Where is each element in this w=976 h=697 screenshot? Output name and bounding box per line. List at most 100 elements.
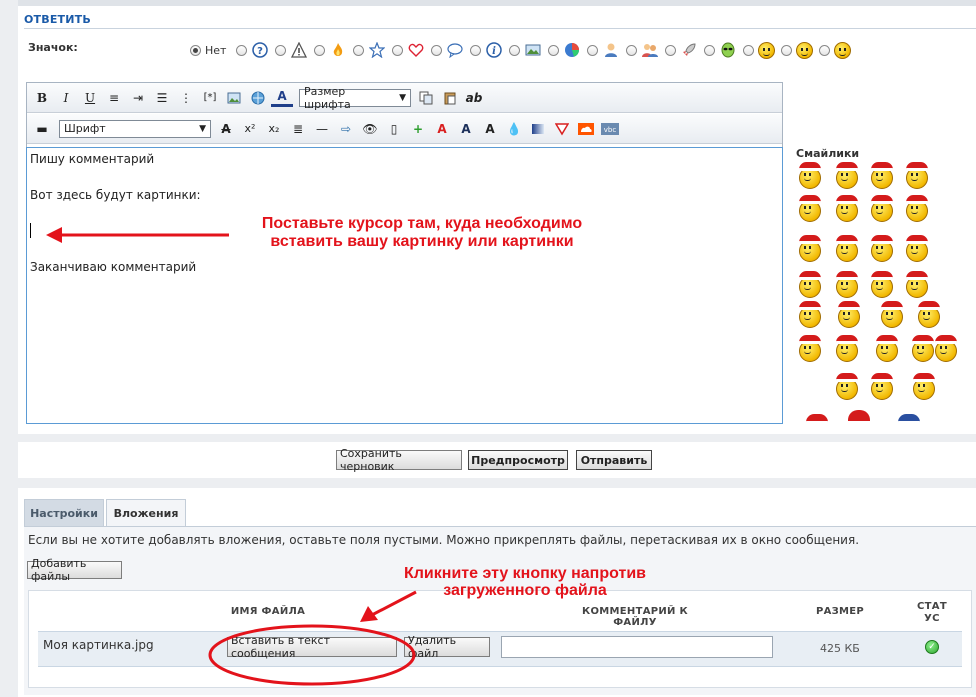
santa-hat-icon [799,235,821,244]
icon-option-alien[interactable] [704,41,737,59]
icon-option-picture[interactable] [509,41,542,59]
add-files-button[interactable]: Добавить файлы [27,557,122,583]
preview-button[interactable]: Предпросмотр [468,450,568,470]
reply-title: ОТВЕТИТЬ [24,13,91,26]
smilies-title: Смайлики [796,147,860,160]
radio[interactable] [431,44,443,56]
icon-option-rocket[interactable] [665,41,698,59]
icon-option-chart[interactable] [548,41,581,59]
santa-hat-icon [806,414,828,424]
tab-attachments[interactable]: Вложения [106,499,186,526]
shadow-a-icon[interactable]: A [455,118,477,140]
star-icon [368,41,386,59]
radio[interactable] [626,44,638,56]
santa-hat-icon [906,162,928,171]
code-icon[interactable]: [*] [199,87,221,109]
spellcheck-icon[interactable]: ab [463,87,485,109]
icon-option-user[interactable] [587,41,620,59]
santa-hat-icon [935,335,957,344]
santa-hat-icon [799,162,821,171]
drop-icon[interactable]: 💧 [503,118,525,140]
radio[interactable] [781,44,793,56]
radio[interactable] [704,44,716,56]
soundcloud-icon[interactable] [575,118,597,140]
text-cursor [30,223,31,238]
bold-button[interactable]: B [31,87,53,109]
bullet-list-icon[interactable]: ☰ [151,87,173,109]
radio[interactable] [314,44,326,56]
col-header-status-2: УС [924,613,940,624]
radio[interactable] [470,44,482,56]
subscript-icon[interactable]: x₂ [263,118,285,140]
gradient-icon[interactable] [527,118,549,140]
send-button[interactable]: Отправить [576,450,652,470]
link-icon[interactable] [247,87,269,109]
icon-option-users[interactable] [626,41,659,59]
align-left-icon[interactable]: ≡ [103,87,125,109]
font-select[interactable]: Шрифт ▼ [59,119,211,138]
icon-option-warning[interactable] [275,41,308,59]
glow-a-icon[interactable]: A [479,118,501,140]
note-icon[interactable]: ▯ [383,118,405,140]
santa-hat-icon [799,335,821,344]
radio[interactable] [392,44,404,56]
strikethrough-icon[interactable]: A [215,118,237,140]
tab-settings[interactable]: Настройки [24,499,104,526]
insert-icon[interactable]: ⇨ [335,118,357,140]
radio[interactable] [275,44,287,56]
icon-label: Значок: [28,41,78,54]
underline-button[interactable]: U [79,87,101,109]
icon-option-fire[interactable] [314,41,347,59]
radio[interactable] [587,44,599,56]
image-icon[interactable] [223,87,245,109]
icon-option-info[interactable]: i [470,41,503,59]
speech-icon [446,41,464,59]
santa-hat-icon [871,235,893,244]
icon-option-sad[interactable] [781,41,814,59]
icon-option-speech[interactable] [431,41,464,59]
copy-icon[interactable] [415,87,437,109]
numbered-list-icon[interactable]: ⋮ [175,87,197,109]
icon-option-question[interactable]: ? [236,41,269,59]
add-page-icon[interactable]: + [407,118,429,140]
text-format-icon[interactable]: ▬ [31,118,53,140]
superscript-icon[interactable]: x² [239,118,261,140]
font-color-icon[interactable]: A [271,89,293,107]
radio[interactable] [509,44,521,56]
icon-option-wink[interactable] [819,41,852,59]
file-comment-input[interactable] [501,636,773,658]
chevron-down-icon: ▼ [199,123,206,134]
alien-icon [719,41,737,59]
attachment-size: 425 КБ [820,642,860,655]
radio[interactable] [353,44,365,56]
justify-icon[interactable]: ≣ [287,118,309,140]
icon-option-star[interactable] [353,41,386,59]
col-header-comment: КОММЕНТАРИЙ К ФАЙЛУ [582,606,688,628]
radio-selected[interactable] [190,44,201,56]
icon-option-heart[interactable] [392,41,425,59]
video-icon[interactable] [551,118,573,140]
icon-option-smile[interactable] [743,41,776,59]
radio[interactable] [819,44,831,56]
icon-picker: Нет ? i [190,40,857,60]
title-underline [24,28,976,29]
indent-icon[interactable]: ⇥ [127,87,149,109]
red-a-icon[interactable]: A [431,118,453,140]
radio[interactable] [665,44,677,56]
hide-icon[interactable]: 👁 [359,118,381,140]
radio[interactable] [743,44,755,56]
save-draft-button[interactable]: Сохранить черновик [336,447,462,473]
radio[interactable] [548,44,560,56]
toolbar-row-2: ▬ Шрифт ▼ A x² x₂ ≣ — ⇨ 👁 ▯ + A A A 💧 vbc [27,114,782,144]
vbc-icon[interactable]: vbc [599,118,621,140]
fire-icon [329,41,347,59]
font-size-select[interactable]: Размер шрифта ▼ [299,85,411,111]
santa-hat-icon [871,162,893,171]
icon-option-none[interactable]: Нет [190,44,230,57]
paste-icon[interactable] [439,87,461,109]
santa-hat-icon [876,335,898,344]
radio[interactable] [236,44,248,56]
picture-icon [524,41,542,59]
italic-button[interactable]: I [55,87,77,109]
horizontal-rule-icon[interactable]: — [311,118,333,140]
